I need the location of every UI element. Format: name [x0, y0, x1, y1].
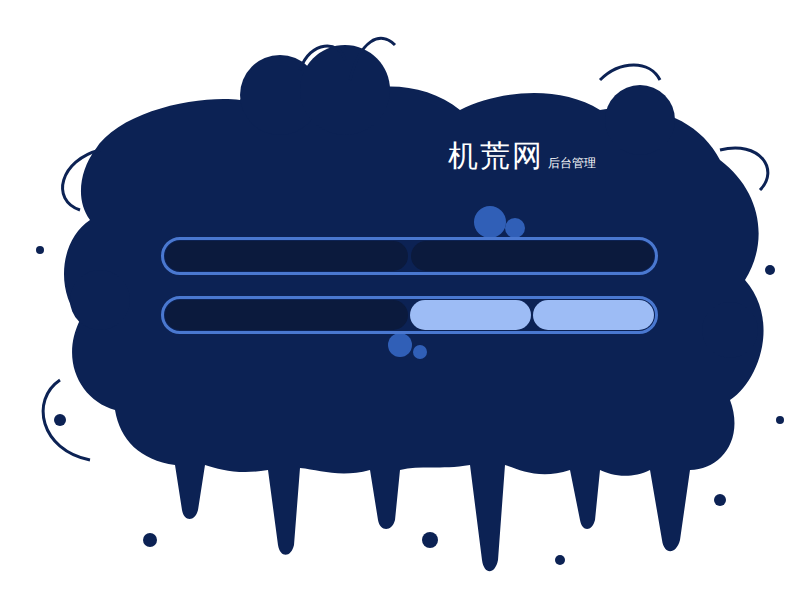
credentials-row: [161, 237, 658, 275]
logo-title: 机荒网: [448, 138, 544, 174]
action-row: [161, 296, 658, 334]
reset-button[interactable]: [533, 300, 654, 330]
username-input[interactable]: [165, 241, 408, 271]
login-form: [161, 237, 801, 334]
login-panel: 机荒网 后台管理: [0, 0, 801, 334]
password-input[interactable]: [411, 241, 654, 271]
logo-subtitle: 后台管理: [548, 154, 596, 174]
captcha-input[interactable]: [165, 300, 408, 330]
ink-splash-icon: [0, 0, 801, 600]
login-button[interactable]: [410, 300, 531, 330]
logo: 机荒网 后台管理: [448, 138, 801, 174]
login-page: 机荒网 后台管理: [0, 0, 801, 600]
